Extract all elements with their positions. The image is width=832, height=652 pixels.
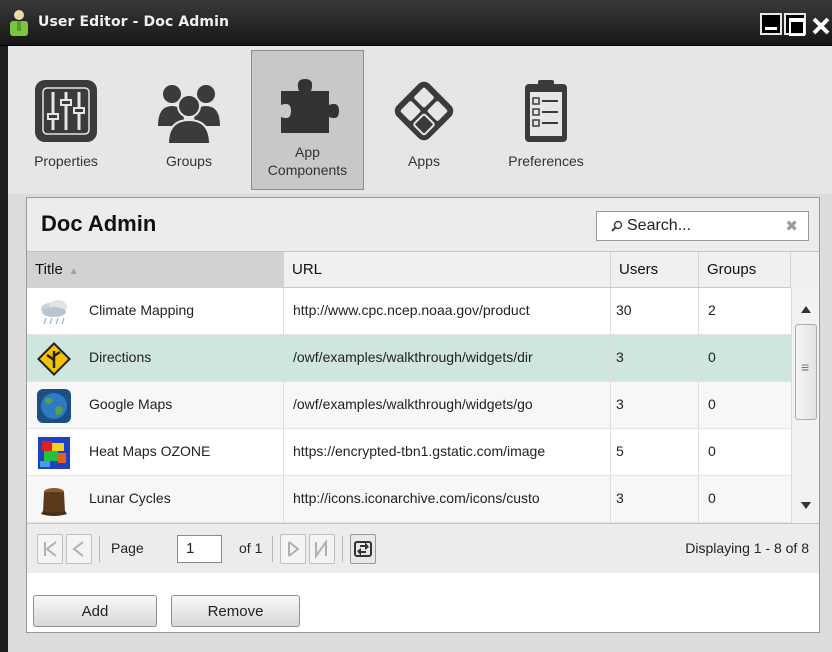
cell-users: 30 bbox=[611, 288, 699, 335]
groups-tab[interactable]: Groups bbox=[124, 50, 254, 190]
next-page-button[interactable] bbox=[280, 534, 306, 564]
cell-url: /owf/examples/walkthrough/widgets/dir bbox=[284, 335, 611, 382]
scroll-up-icon[interactable] bbox=[801, 306, 811, 313]
properties-tab[interactable]: Properties bbox=[8, 50, 124, 190]
cell-users: 5 bbox=[611, 429, 699, 476]
column-url-label: URL bbox=[292, 261, 323, 278]
user-icon bbox=[10, 10, 28, 36]
column-title-label: Title bbox=[35, 261, 63, 278]
editor-toolbar: Properties Groups App Components Apps Pr… bbox=[8, 46, 832, 194]
puzzle-icon bbox=[280, 79, 339, 133]
grid-body: Climate Mapping http://www.cpc.ncep.noaa… bbox=[27, 288, 791, 523]
separator bbox=[99, 536, 100, 562]
app-components-label: App Components bbox=[267, 144, 348, 178]
preferences-label: Preferences bbox=[508, 153, 584, 169]
cell-title: Heat Maps OZONE bbox=[27, 429, 284, 476]
window-title: User Editor - Doc Admin bbox=[38, 14, 230, 30]
table-row[interactable]: Heat Maps OZONE https://encrypted-tbn1.g… bbox=[27, 429, 791, 476]
remove-button[interactable]: Remove bbox=[171, 595, 300, 627]
sliders-icon bbox=[35, 80, 97, 142]
close-icon bbox=[812, 17, 830, 35]
search-placeholder: Search... bbox=[627, 217, 692, 234]
refresh-button[interactable] bbox=[350, 534, 376, 564]
page-number-input[interactable]: 1 bbox=[177, 535, 222, 563]
close-button[interactable] bbox=[808, 13, 830, 35]
cell-url: http://www.cpc.ncep.noaa.gov/product bbox=[284, 288, 611, 335]
paging-toolbar: Page 1 of 1 Displaying 1 - 8 of 8 bbox=[27, 523, 819, 573]
add-button[interactable]: Add bbox=[33, 595, 157, 627]
cell-users: 3 bbox=[611, 335, 699, 382]
panel-title: Doc Admin bbox=[41, 211, 157, 236]
column-header-groups[interactable]: Groups bbox=[699, 252, 791, 288]
panel-header: Doc Admin Search... ✖ bbox=[27, 198, 819, 252]
cell-url: /owf/examples/walkthrough/widgets/go bbox=[284, 382, 611, 429]
last-page-icon bbox=[315, 538, 327, 560]
clipboard-checklist-icon bbox=[525, 80, 567, 142]
scroll-down-icon[interactable] bbox=[801, 502, 811, 509]
search-field[interactable]: Search... ✖ bbox=[596, 211, 809, 241]
grid-header: Title ▲ URL Users Groups bbox=[27, 252, 819, 288]
app-components-tab[interactable]: App Components bbox=[251, 50, 364, 190]
cell-title: Lunar Cycles bbox=[27, 476, 284, 523]
cell-users: 3 bbox=[611, 382, 699, 429]
cell-users: 3 bbox=[611, 476, 699, 523]
maximize-button[interactable] bbox=[784, 13, 806, 36]
first-page-button[interactable] bbox=[37, 534, 63, 564]
cell-groups: 0 bbox=[708, 349, 716, 365]
user-editor-window: User Editor - Doc Admin Properties Group… bbox=[0, 0, 832, 652]
title-bar[interactable]: User Editor - Doc Admin bbox=[0, 0, 832, 46]
app-components-panel: Doc Admin Search... ✖ Title ▲ URL Users … bbox=[26, 197, 820, 633]
search-icon bbox=[611, 220, 623, 232]
scroll-thumb[interactable] bbox=[795, 324, 817, 420]
first-page-icon bbox=[44, 541, 57, 557]
cell-groups: 0 bbox=[708, 490, 716, 506]
table-row[interactable]: Climate Mapping http://www.cpc.ncep.noaa… bbox=[27, 288, 791, 335]
table-row[interactable]: Directions /owf/examples/walkthrough/wid… bbox=[27, 335, 791, 382]
minimize-button[interactable] bbox=[760, 13, 782, 35]
column-header-users[interactable]: Users bbox=[611, 252, 699, 288]
diamond-grid-icon bbox=[394, 81, 454, 141]
cell-title: Google Maps bbox=[27, 382, 284, 429]
people-icon bbox=[158, 85, 220, 145]
page-label: Page bbox=[111, 540, 144, 556]
table-row[interactable]: Lunar Cycles http://icons.iconarchive.co… bbox=[27, 476, 791, 523]
groups-label: Groups bbox=[166, 153, 212, 169]
cell-groups: 0 bbox=[708, 443, 716, 459]
separator bbox=[272, 536, 273, 562]
cell-url: https://encrypted-tbn1.gstatic.com/image bbox=[284, 429, 611, 476]
next-page-icon bbox=[288, 541, 300, 557]
cell-groups: 0 bbox=[708, 396, 716, 412]
vertical-scrollbar[interactable] bbox=[791, 288, 819, 523]
window-content: Properties Groups App Components Apps Pr… bbox=[8, 46, 832, 652]
table-row[interactable]: Google Maps /owf/examples/walkthrough/wi… bbox=[27, 382, 791, 429]
sort-ascending-icon: ▲ bbox=[68, 266, 79, 277]
apps-label: Apps bbox=[408, 153, 440, 169]
properties-label: Properties bbox=[34, 153, 98, 169]
column-groups-label: Groups bbox=[707, 261, 757, 278]
prev-page-icon bbox=[72, 541, 84, 557]
cell-url: http://icons.iconarchive.com/icons/custo bbox=[284, 476, 611, 523]
preferences-tab[interactable]: Preferences bbox=[486, 50, 606, 190]
cell-title: Climate Mapping bbox=[27, 288, 284, 335]
column-users-label: Users bbox=[619, 261, 659, 278]
page-count-label: of 1 bbox=[239, 540, 263, 556]
header-scroll-spacer bbox=[791, 252, 819, 288]
apps-tab[interactable]: Apps bbox=[372, 50, 476, 190]
clear-search-icon[interactable]: ✖ bbox=[785, 217, 798, 235]
paging-display: Displaying 1 - 8 of 8 bbox=[685, 540, 809, 556]
cell-title: Directions bbox=[27, 335, 284, 382]
separator bbox=[342, 536, 343, 562]
last-page-button[interactable] bbox=[309, 534, 335, 564]
column-header-url[interactable]: URL bbox=[284, 252, 611, 288]
refresh-icon bbox=[354, 541, 372, 557]
prev-page-button[interactable] bbox=[66, 534, 92, 564]
cell-groups: 2 bbox=[708, 302, 716, 318]
column-header-title[interactable]: Title ▲ bbox=[27, 252, 284, 288]
